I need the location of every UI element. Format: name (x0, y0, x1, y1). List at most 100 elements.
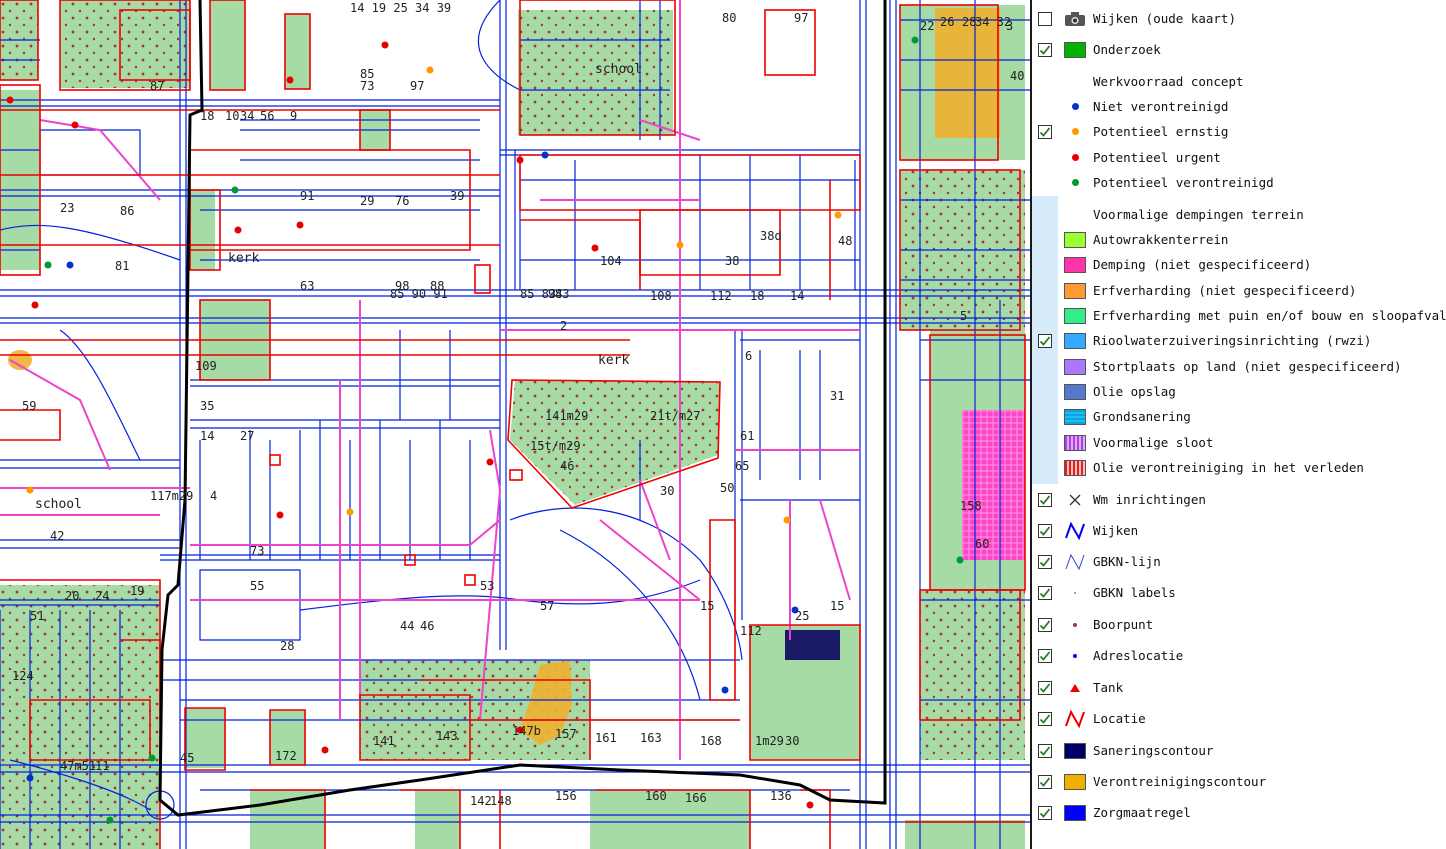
street-number-label: 143 (436, 729, 458, 743)
street-number-label: 47m51 (60, 759, 96, 773)
legend-symbol (1064, 358, 1086, 375)
legend-label: Tank (1093, 680, 1124, 695)
layer-checkbox[interactable] (1038, 124, 1052, 139)
map-svg[interactable]: school school kerk kerk 14 19 25 34 3980… (0, 0, 1030, 849)
street-number-label: 50 (720, 481, 734, 495)
street-number-label: 30 (660, 484, 674, 498)
legend-label: Potentieel ernstig (1093, 124, 1229, 139)
street-number-label: 45 (180, 751, 194, 765)
street-number-label: 15t/m29 (530, 439, 581, 453)
street-number-label: 14 19 25 34 39 (350, 1, 451, 15)
legend-symbol (1064, 459, 1086, 476)
street-number-label: 51 (30, 609, 44, 623)
street-number-label: 30 (785, 734, 799, 748)
street-number-label: 112 (710, 289, 732, 303)
label-school-left: school (35, 497, 82, 512)
street-number-label: 108 (650, 289, 672, 303)
legend-label: Autowrakkenterrein (1093, 232, 1229, 247)
legend-label: Werkvoorraad concept (1093, 74, 1244, 89)
legend-label: Adreslocatie (1093, 648, 1184, 663)
street-number-label: 160 (645, 789, 667, 803)
layer-checkbox[interactable] (1038, 617, 1052, 632)
hatch-swatch-icon (1064, 434, 1086, 451)
street-number-label: 73 (360, 79, 374, 93)
layer-checkbox[interactable] (1038, 711, 1052, 726)
street-number-label: 91 (300, 189, 314, 203)
street-number-label: 46 (560, 459, 574, 473)
legend-symbol (1064, 492, 1086, 508)
legend-item-potentieel-verontreinigd: Potentieel verontreinigd (1032, 170, 1446, 195)
layer-checkbox[interactable] (1038, 523, 1052, 538)
legend-symbol (1064, 617, 1086, 633)
street-number-label: 172 (275, 749, 297, 763)
layer-checkbox[interactable] (1038, 805, 1052, 820)
layer-checkbox[interactable] (1038, 743, 1052, 758)
dot-icon (1071, 103, 1079, 110)
legend-label: Onderzoek (1093, 42, 1161, 57)
street-number-label: 11 (95, 759, 109, 773)
boorpunt-dots (0, 0, 1025, 849)
legend-item-demping: Demping (niet gespecificeerd) (1032, 252, 1446, 277)
street-number-label: 136 (770, 789, 792, 803)
legend-symbol (1064, 74, 1086, 90)
legend-label: Boorpunt (1093, 617, 1154, 632)
street-number-label: 81 (115, 259, 129, 273)
legend-label: Wijken (oude kaart) (1093, 11, 1236, 26)
legend-label: GBKN labels (1093, 585, 1176, 600)
street-number-label: 59 (22, 399, 36, 413)
legend-label: Erfverharding (niet gespecificeerd) (1093, 283, 1357, 298)
street-number-label: 156 (555, 789, 577, 803)
legend-label: Olie opslag (1093, 384, 1176, 399)
legend-symbol (1064, 124, 1086, 140)
layer-checkbox[interactable] (1038, 585, 1052, 600)
legend-symbol (1064, 175, 1086, 191)
street-number-label: 3 (1006, 19, 1013, 33)
street-number-label: 38 (725, 254, 739, 268)
street-number-label: 28 (280, 639, 294, 653)
layer-checkbox[interactable] (1038, 492, 1052, 507)
street-number-label: 158 (960, 499, 982, 513)
street-number-label: 61 (740, 429, 754, 443)
legend-item-dempingen-header: Voormalige dempingen terrein (1032, 202, 1446, 227)
street-number-label: 57 (540, 599, 554, 613)
map-canvas[interactable]: school school kerk kerk 14 19 25 34 39 80… (0, 0, 1030, 849)
layer-checkbox[interactable] (1038, 680, 1052, 695)
street-number-label: 15 (830, 599, 844, 613)
layer-checkbox[interactable] (1038, 11, 1052, 26)
street-number-label: 20 (65, 589, 79, 603)
legend-symbol (1064, 11, 1086, 27)
street-number-label: 104 (600, 254, 622, 268)
street-number-label: 117m29 (150, 489, 193, 503)
legend-symbol (1064, 773, 1086, 790)
layer-checkbox[interactable] (1038, 648, 1052, 663)
street-number-label: 34 (240, 109, 254, 123)
street-number-label: 53 (480, 579, 494, 593)
layer-checkbox[interactable] (1038, 774, 1052, 789)
legend-item-olie-verleden: Olie verontreiniging in het verleden (1032, 455, 1446, 480)
legend-item-wijken-oude-kaart: Wijken (oude kaart) (1032, 6, 1446, 31)
street-number-label: 15 (700, 599, 714, 613)
legend-item-niet-verontreinigd: Niet verontreinigd (1032, 94, 1446, 119)
legend-label: Saneringscontour (1093, 743, 1214, 758)
layer-checkbox[interactable] (1038, 554, 1052, 569)
street-number-label: 124 (12, 669, 34, 683)
color-swatch-icon (1064, 307, 1086, 324)
legend-label: Erfverharding met puin en/of bouw en slo… (1093, 308, 1446, 323)
street-number-label: 85 (360, 67, 374, 81)
street-number-label: 40 (1010, 69, 1024, 83)
layer-checkbox[interactable] (1038, 42, 1052, 57)
legend-symbol (1064, 282, 1086, 299)
hatch-swatch-icon (1064, 408, 1086, 425)
line-icon (1065, 521, 1085, 540)
color-swatch-icon (1064, 332, 1086, 349)
legend-item-locatie: Locatie (1032, 706, 1446, 731)
street-number-label: 161 (595, 731, 617, 745)
legend-item-autowrakkenterrein: Autowrakkenterrein (1032, 227, 1446, 252)
color-swatch-icon (1064, 41, 1086, 58)
layer-checkbox[interactable] (1038, 333, 1052, 348)
street-number-label: 19 (130, 584, 144, 598)
legend-symbol (1064, 99, 1086, 115)
street-number-label: 5 (960, 309, 967, 323)
street-number-label: 141m29 (545, 409, 588, 423)
street-number-label: 31 (830, 389, 844, 403)
